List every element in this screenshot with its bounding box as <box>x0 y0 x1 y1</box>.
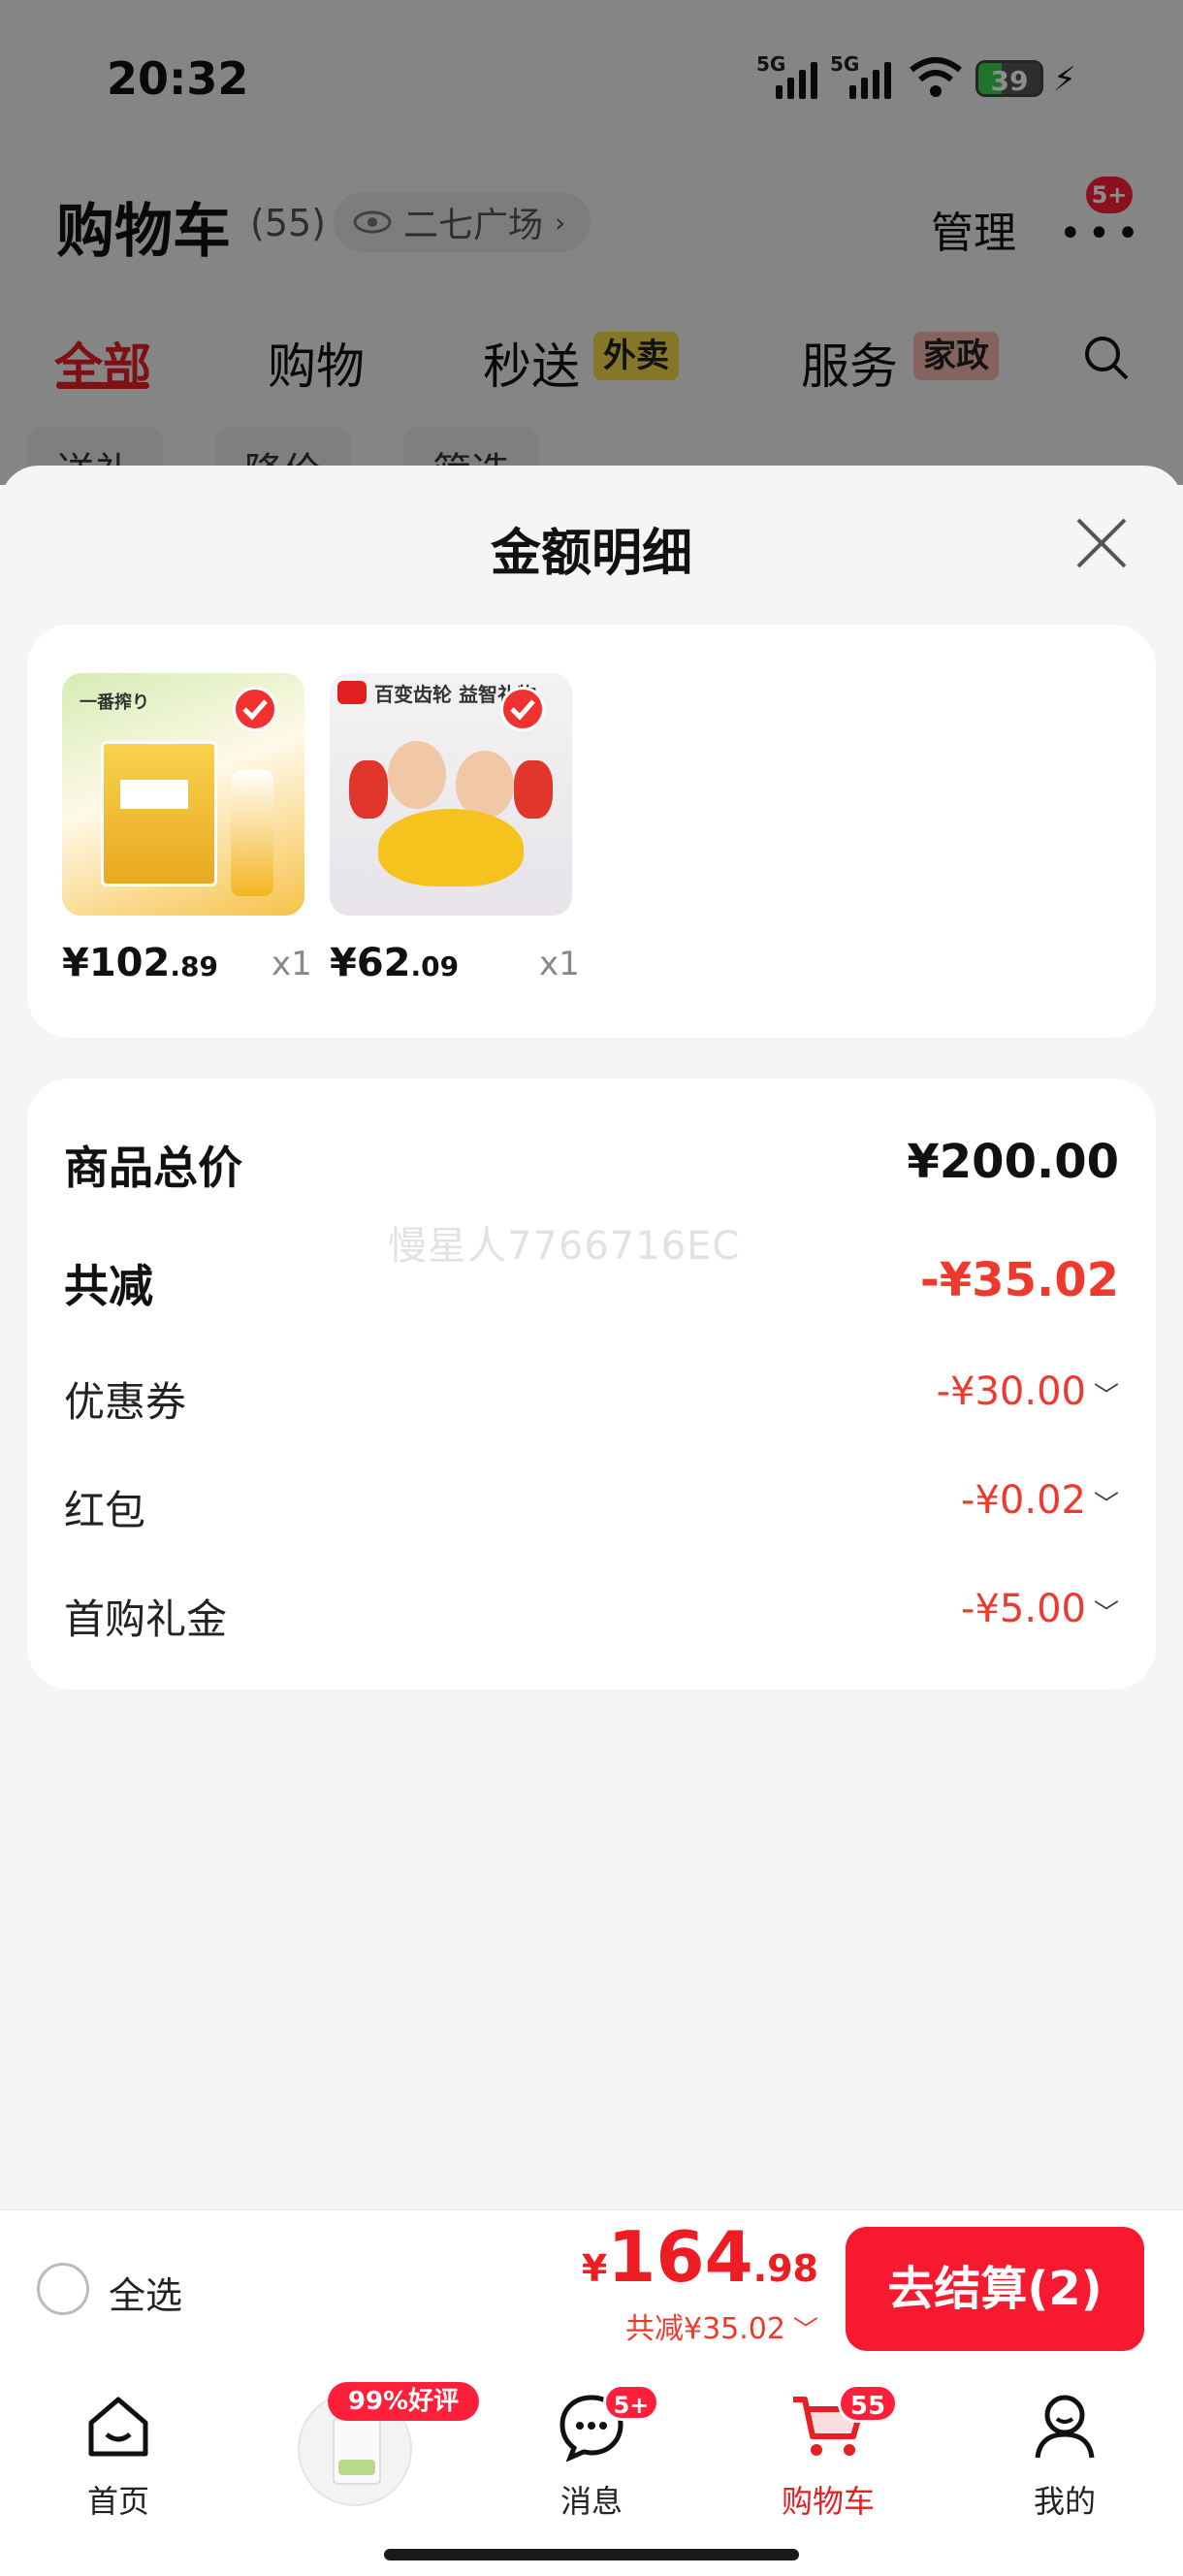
chevron-down-icon: ﹀ <box>792 2316 818 2345</box>
signal-icon-2: 5G <box>830 52 898 99</box>
selected-check-icon <box>233 687 277 731</box>
saved-amount[interactable]: 共减¥35.02 ﹀ <box>625 2304 818 2347</box>
status-bar: 20:32 5G 5G 39 ⚡ <box>0 0 1183 155</box>
housekeeping-tag: 家政 <box>913 332 999 380</box>
discount-label: 共减 <box>64 1260 153 1312</box>
profile-icon <box>1035 2395 1095 2459</box>
tab-services[interactable]: 服务 <box>801 328 898 398</box>
home-icon <box>88 2397 148 2457</box>
wifi-icon <box>910 57 962 97</box>
nav-promo-product[interactable]: 99%好评 <box>277 2382 479 2506</box>
coupon-row[interactable]: -¥30.00 ﹀ <box>937 1369 1119 1414</box>
cart-count: (55) <box>250 202 327 244</box>
nav-messages[interactable]: 消息 5+ <box>514 2384 669 2520</box>
charging-icon: ⚡ <box>1053 60 1076 99</box>
tab-instant-delivery[interactable]: 秒送 <box>483 328 580 398</box>
select-all-checkbox[interactable] <box>37 2263 89 2315</box>
more-badge: 5+ <box>1086 177 1133 213</box>
first-purchase-value: -¥5.00 <box>961 1587 1086 1631</box>
checkout-button[interactable]: 去结算(2) <box>846 2227 1144 2351</box>
payable-total: ¥164.98 <box>581 2216 818 2298</box>
red-packet-label: 红包 <box>64 1487 146 1534</box>
more-icon[interactable]: ••• <box>1059 211 1145 256</box>
location-label: 二七广场 <box>403 206 544 245</box>
tab-all[interactable]: 全部 <box>54 328 151 398</box>
cart-badge: 55 <box>838 2384 898 2423</box>
item-price: ¥102.89 <box>62 941 218 985</box>
search-icon[interactable] <box>1082 334 1131 382</box>
red-packet-value: -¥0.02 <box>961 1478 1086 1523</box>
chevron-down-icon: ﹀ <box>1093 1599 1119 1628</box>
coupon-label: 优惠券 <box>64 1378 187 1426</box>
item-price: ¥62.09 <box>330 941 460 985</box>
coupon-value: -¥30.00 <box>936 1369 1086 1414</box>
tab-underline <box>56 382 149 389</box>
red-packet-row[interactable]: -¥0.02 ﹀ <box>961 1478 1119 1523</box>
select-all-label[interactable]: 全选 <box>109 2266 182 2319</box>
chevron-down-icon: ﹀ <box>1093 1491 1119 1520</box>
item-quantity: x1 <box>539 945 580 983</box>
background-page: 20:32 5G 5G 39 ⚡ 购物车 (55) 二七广场 › 管理 ••• … <box>0 0 1183 504</box>
nav-profile[interactable]: 我的 <box>987 2392 1142 2520</box>
rating-badge: 99%好评 <box>328 2382 479 2421</box>
location-selector[interactable]: 二七广场 › <box>334 192 592 252</box>
manage-button[interactable]: 管理 <box>931 198 1016 260</box>
takeout-tag: 外卖 <box>593 332 679 380</box>
first-purchase-label: 首购礼金 <box>64 1595 228 1643</box>
watermark: 慢星人7766716EC <box>388 1224 741 1269</box>
first-purchase-row[interactable]: -¥5.00 ﹀ <box>961 1587 1119 1631</box>
close-icon[interactable] <box>1074 516 1129 570</box>
sheet-title: 金额明细 <box>490 525 692 583</box>
eye-icon <box>353 210 392 234</box>
status-time: 20:32 <box>107 52 249 105</box>
item-quantity: x1 <box>272 945 312 983</box>
chevron-down-icon: ﹀ <box>1093 1382 1119 1411</box>
total-price-value: ¥200.00 <box>907 1135 1119 1189</box>
home-indicator <box>384 2549 799 2560</box>
tab-shopping[interactable]: 购物 <box>268 328 365 398</box>
signal-icon: 5G <box>756 52 824 99</box>
battery-icon: 39 <box>975 60 1043 97</box>
messages-badge: 5+ <box>603 2384 659 2421</box>
nav-cart[interactable]: 购物车 55 <box>751 2384 906 2520</box>
selected-check-icon <box>500 687 545 731</box>
product-brand: 一番搾り <box>80 692 149 713</box>
chevron-right-icon: › <box>555 206 566 239</box>
nav-home[interactable]: 首页 <box>41 2392 196 2520</box>
discount-value: -¥35.02 <box>919 1253 1119 1307</box>
total-price-label: 商品总价 <box>64 1142 242 1194</box>
page-title: 购物车 <box>56 198 231 266</box>
